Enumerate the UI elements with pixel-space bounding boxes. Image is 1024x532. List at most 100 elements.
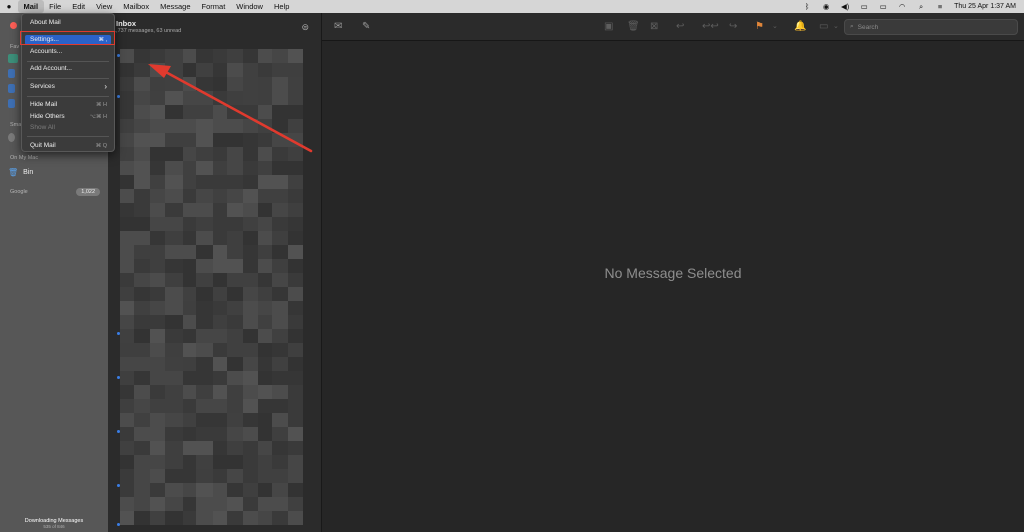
inbox-tile-icon[interactable] bbox=[8, 54, 18, 63]
redacted-row[interactable] bbox=[120, 371, 308, 385]
record-icon[interactable]: ◉ bbox=[821, 2, 831, 11]
redacted-row[interactable] bbox=[120, 217, 308, 231]
vip-icon[interactable] bbox=[8, 69, 15, 78]
sidebar-account-google[interactable]: Google 1,022 bbox=[10, 186, 100, 198]
delete-icon[interactable]: 🗑 bbox=[627, 21, 640, 33]
menu-item-services[interactable]: Services › bbox=[25, 82, 111, 92]
get-mail-icon[interactable]: ✉ bbox=[334, 21, 342, 33]
search-icon: ⌕ bbox=[850, 23, 854, 30]
redacted-row[interactable] bbox=[120, 427, 308, 441]
volume-icon[interactable]: ◀) bbox=[840, 2, 850, 11]
menu-item-add-account[interactable]: Add Account... bbox=[25, 64, 111, 74]
menu-item-about-mail[interactable]: About Mail bbox=[25, 18, 111, 28]
redacted-row[interactable] bbox=[120, 497, 308, 511]
menu-edit[interactable]: Edit bbox=[67, 0, 91, 13]
redacted-row[interactable] bbox=[120, 161, 308, 175]
redacted-row[interactable] bbox=[120, 175, 308, 189]
forward-icon[interactable]: ↪ bbox=[729, 21, 737, 33]
redacted-row[interactable] bbox=[120, 259, 308, 273]
mute-icon[interactable]: 🔔 bbox=[794, 21, 806, 33]
smart-mailbox-icon[interactable] bbox=[8, 133, 15, 142]
redacted-row[interactable] bbox=[120, 189, 308, 203]
redacted-row[interactable] bbox=[120, 413, 308, 427]
wifi-icon[interactable]: ◠ bbox=[897, 2, 907, 11]
menu-item-hide-others[interactable]: Hide Others ⌥⌘ H bbox=[25, 112, 111, 122]
redacted-row[interactable] bbox=[120, 63, 308, 77]
redacted-row[interactable] bbox=[120, 329, 308, 343]
search-field[interactable]: ⌕ Search bbox=[844, 19, 1018, 35]
mailbox-subtitle: 1,737 messages, 63 unread bbox=[113, 28, 182, 34]
redacted-row[interactable] bbox=[120, 49, 308, 63]
move-menu-chevron-icon[interactable]: ⌄ bbox=[833, 21, 839, 33]
menu-item-label: Services bbox=[30, 83, 55, 90]
menu-mailbox[interactable]: Mailbox bbox=[118, 0, 155, 13]
move-to-folder-icon[interactable]: ▭ bbox=[819, 21, 828, 33]
redacted-row[interactable] bbox=[120, 357, 308, 371]
redacted-row[interactable] bbox=[120, 119, 308, 133]
redacted-row[interactable] bbox=[120, 301, 308, 315]
menu-item-show-all[interactable]: Show All bbox=[25, 123, 111, 133]
redacted-row[interactable] bbox=[120, 343, 308, 357]
search-placeholder: Search bbox=[857, 23, 879, 31]
menu-format[interactable]: Format bbox=[196, 0, 231, 13]
bluetooth-icon[interactable]: ᛒ bbox=[802, 2, 812, 11]
redacted-row[interactable] bbox=[120, 133, 308, 147]
menu-window[interactable]: Window bbox=[231, 0, 269, 13]
redacted-row[interactable] bbox=[120, 511, 308, 525]
redacted-row[interactable] bbox=[120, 469, 308, 483]
spotlight-search-icon[interactable]: ⌕ bbox=[916, 2, 926, 12]
redacted-row[interactable] bbox=[120, 147, 308, 161]
reply-all-icon[interactable]: ↩↩ bbox=[702, 21, 719, 33]
flag-icon[interactable]: ⚑ bbox=[755, 21, 764, 33]
menu-message[interactable]: Message bbox=[155, 0, 196, 13]
menu-item-quit-mail[interactable]: Quit Mail ⌘ Q bbox=[25, 141, 111, 151]
compose-icon[interactable]: ✎ bbox=[362, 21, 370, 33]
blurred-message-rows[interactable] bbox=[117, 49, 308, 532]
redacted-row[interactable] bbox=[120, 203, 308, 217]
trash-icon: 🗑 bbox=[8, 167, 19, 177]
menu-file[interactable]: File bbox=[44, 0, 67, 13]
filter-icon[interactable]: ⊜ bbox=[301, 22, 309, 33]
flag-menu-chevron-icon[interactable]: ⌄ bbox=[772, 21, 778, 33]
redacted-row[interactable] bbox=[120, 483, 308, 497]
redacted-row[interactable] bbox=[120, 315, 308, 329]
display-icon[interactable]: ▭ bbox=[859, 2, 869, 11]
battery-icon[interactable]: ▭ bbox=[878, 2, 888, 11]
archive-icon[interactable]: ▣ bbox=[604, 21, 613, 33]
redacted-row[interactable] bbox=[120, 399, 308, 413]
menu-item-label: Add Account... bbox=[30, 65, 72, 72]
unread-dot-icon bbox=[117, 523, 120, 526]
junk-icon[interactable]: ⊠ bbox=[650, 21, 658, 33]
menu-item-label: Show All bbox=[30, 124, 55, 131]
account-label: Google bbox=[10, 189, 28, 195]
unread-dot-icon bbox=[117, 376, 120, 379]
redacted-row[interactable] bbox=[120, 287, 308, 301]
sent-icon[interactable] bbox=[8, 99, 15, 108]
menu-item-hide-mail[interactable]: Hide Mail ⌘ H bbox=[25, 100, 111, 110]
menu-item-shortcut: ⌘ H bbox=[96, 102, 107, 108]
close-window-icon[interactable] bbox=[10, 22, 17, 29]
redacted-row[interactable] bbox=[120, 231, 308, 245]
redacted-row[interactable] bbox=[120, 385, 308, 399]
menu-view[interactable]: View bbox=[91, 0, 118, 13]
redacted-row[interactable] bbox=[120, 273, 308, 287]
reply-icon[interactable]: ↩ bbox=[676, 21, 684, 33]
redacted-row[interactable] bbox=[120, 441, 308, 455]
on-my-mac-header: On My Mac bbox=[10, 155, 39, 161]
unread-dot-icon bbox=[117, 332, 120, 335]
redacted-row[interactable] bbox=[120, 245, 308, 259]
control-center-icon[interactable]: ≡ bbox=[935, 2, 945, 11]
drafts-icon[interactable] bbox=[8, 84, 15, 93]
menu-extras: ᛒ ◉ ◀) ▭ ▭ ◠ ⌕ ≡ Thu 25 Apr 1:37 AM bbox=[802, 0, 1016, 13]
menu-mail[interactable]: Mail bbox=[18, 0, 44, 13]
menu-datetime[interactable]: Thu 25 Apr 1:37 AM bbox=[954, 3, 1016, 10]
redacted-row[interactable] bbox=[120, 105, 308, 119]
menu-separator bbox=[27, 96, 109, 97]
redacted-row[interactable] bbox=[120, 77, 308, 91]
apple-menu-icon[interactable]: ● bbox=[0, 2, 18, 11]
menu-help[interactable]: Help bbox=[268, 0, 294, 13]
redacted-row[interactable] bbox=[120, 455, 308, 469]
sidebar-item-bin[interactable]: 🗑 Bin bbox=[8, 166, 100, 178]
redacted-row[interactable] bbox=[120, 91, 308, 105]
menu-item-accounts[interactable]: Accounts... bbox=[25, 47, 111, 57]
